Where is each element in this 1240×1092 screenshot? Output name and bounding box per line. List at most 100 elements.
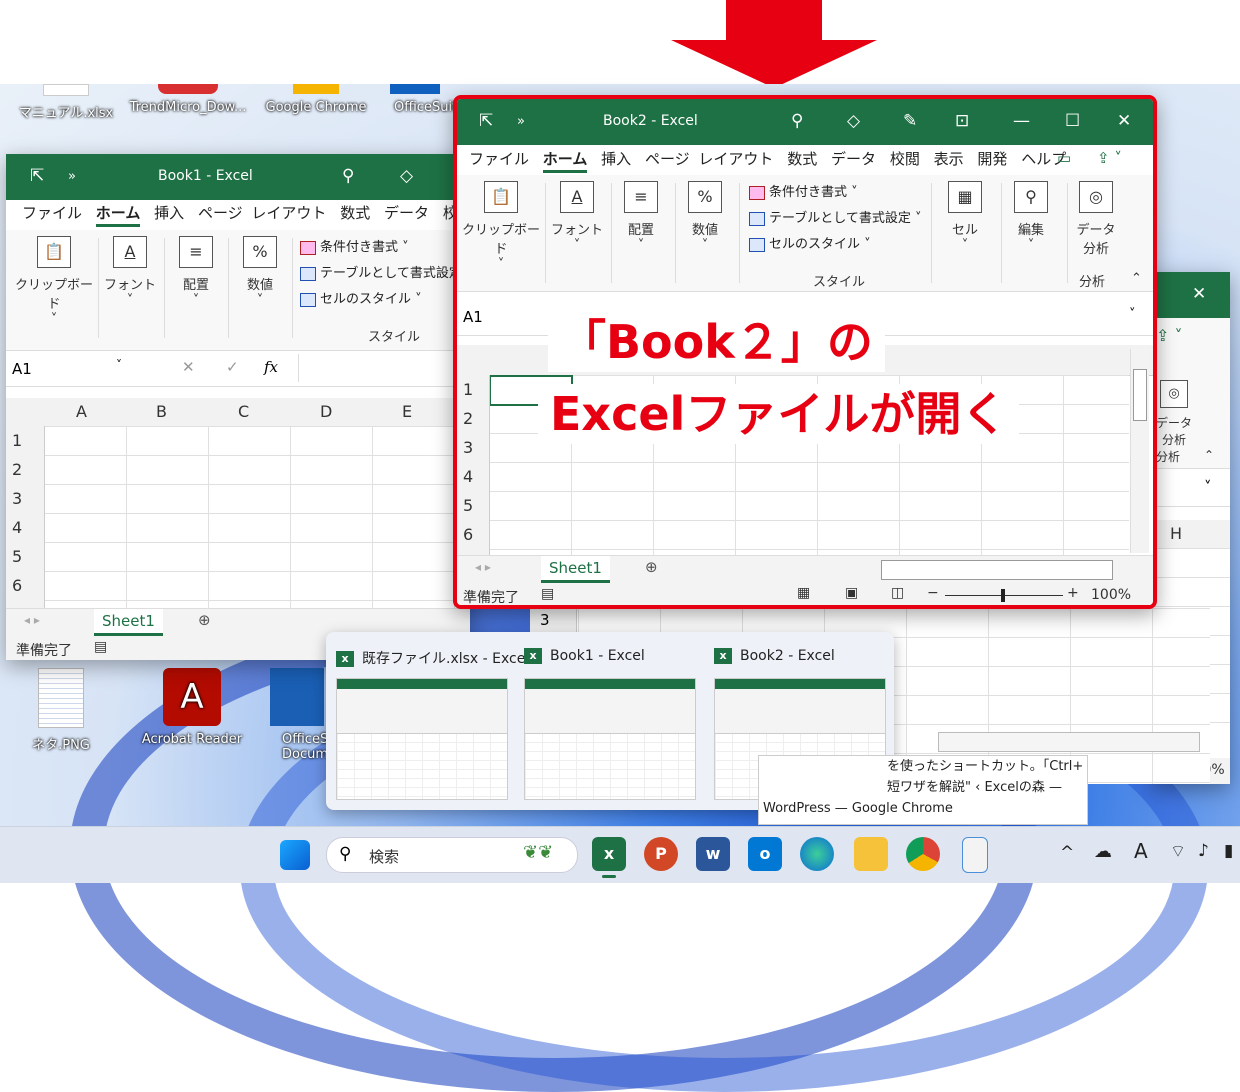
minimize-icon[interactable]: — <box>1013 111 1030 131</box>
editing-button[interactable]: ⚲ 編集 ˅ <box>1003 181 1059 253</box>
horizontal-scrollbar[interactable] <box>938 732 1200 752</box>
excel-taskbar-icon[interactable]: x <box>592 837 626 871</box>
column-header-d[interactable]: D <box>320 402 332 421</box>
diamond-icon[interactable]: ◇ <box>847 111 860 131</box>
preview-book1[interactable]: x Book1 - Excel <box>514 632 704 808</box>
close-icon[interactable]: ✕ <box>1117 111 1131 131</box>
column-header-b[interactable]: B <box>156 402 167 421</box>
conditional-format-button[interactable]: 条件付き書式 ˅ <box>749 181 921 200</box>
zoom-in-icon[interactable]: + <box>1067 585 1079 601</box>
horizontal-scrollbar[interactable] <box>881 560 1113 580</box>
ime-icon[interactable]: A <box>1134 839 1148 863</box>
row-header[interactable]: 2 <box>457 404 489 433</box>
close-icon[interactable]: ✕ <box>1192 284 1206 304</box>
font-button[interactable]: A フォント ˅ <box>104 236 156 308</box>
collapse-ribbon-icon[interactable]: ⌃ <box>1204 448 1214 462</box>
chevron-down-icon[interactable]: ˅ <box>1204 478 1212 496</box>
name-box[interactable]: A1 <box>12 360 32 378</box>
desktop-icon-trendmicro[interactable]: TrendMicro_Dow... <box>128 84 248 115</box>
cell-style-button[interactable]: セルのスタイル ˅ <box>749 233 921 252</box>
ribbon-display-icon[interactable]: ⊡ <box>955 111 969 131</box>
tab-home[interactable]: ホーム <box>95 204 141 227</box>
page-break-view-icon[interactable]: ◫ <box>891 585 904 601</box>
row-header[interactable]: 4 <box>457 462 489 491</box>
row-header[interactable]: 5 <box>6 542 44 571</box>
number-button[interactable]: % 数値 ˅ <box>234 236 286 308</box>
search-icon[interactable]: ⚲ <box>342 166 354 186</box>
chrome-icon[interactable] <box>906 837 940 871</box>
insert-function-button[interactable]: fx <box>264 358 278 376</box>
desktop-icon-acrobat[interactable]: A Acrobat Reader <box>132 668 252 747</box>
column-header-a[interactable]: A <box>76 402 87 421</box>
name-box-dropdown-icon[interactable]: ˅ <box>116 358 122 372</box>
sheet-nav-icon[interactable]: ◂ ▸ <box>24 613 40 627</box>
number-button[interactable]: % 数値 ˅ <box>679 181 731 253</box>
sheet-nav-icon[interactable]: ◂ ▸ <box>475 560 491 574</box>
normal-view-icon[interactable]: ▦ <box>797 585 810 601</box>
chevron-up-icon[interactable]: ^ <box>1060 843 1074 863</box>
column-header-h[interactable]: H <box>1170 524 1182 543</box>
cursor-icon[interactable]: ⇱ <box>479 111 493 131</box>
cell-grid[interactable] <box>44 426 470 608</box>
row-header[interactable]: 7 <box>6 600 44 608</box>
tab-page[interactable]: ページ <box>198 204 243 222</box>
row-header[interactable]: 5 <box>457 491 489 520</box>
comment-icon[interactable]: ▭ <box>1057 149 1071 167</box>
zoom-slider[interactable] <box>945 589 1063 602</box>
tab-data[interactable]: データ <box>831 150 876 168</box>
page-layout-view-icon[interactable]: ▣ <box>845 585 858 601</box>
desktop-icon-chrome[interactable]: Google Chrome <box>256 84 376 115</box>
cancel-icon[interactable]: ✕ <box>182 358 195 376</box>
tab-home[interactable]: ホーム <box>542 150 588 173</box>
row-header[interactable]: 6 <box>6 571 44 600</box>
row-header[interactable]: 1 <box>6 426 44 455</box>
collapse-ribbon-icon[interactable]: ⌃ <box>1131 271 1142 286</box>
row-header[interactable]: 3 <box>457 433 489 462</box>
tab-insert[interactable]: 挿入 <box>601 150 631 168</box>
row-header-3[interactable]: 3 <box>530 608 577 632</box>
notepad-icon[interactable] <box>962 837 988 873</box>
add-sheet-icon[interactable]: ⊕ <box>645 558 658 576</box>
cells-button[interactable]: ▦ セル ˅ <box>937 181 993 253</box>
zoom-out-icon[interactable]: − <box>927 585 939 601</box>
cursor-icon[interactable]: ⇱ <box>30 166 44 186</box>
accessibility-icon[interactable]: ▤ <box>541 586 554 602</box>
font-button[interactable]: A フォント ˅ <box>551 181 603 253</box>
column-header-c[interactable]: C <box>238 402 249 421</box>
tab-file[interactable]: ファイル <box>22 204 82 222</box>
tab-layout[interactable]: レイアウト <box>698 150 773 168</box>
row-header[interactable]: 6 <box>457 520 489 549</box>
tab-data[interactable]: データ <box>384 204 429 222</box>
formula-input[interactable] <box>298 354 469 382</box>
data-analysis-button[interactable]: ◎ データ 分析 <box>1154 380 1194 448</box>
edge-icon[interactable] <box>800 837 834 871</box>
file-explorer-icon[interactable] <box>854 837 888 871</box>
align-button[interactable]: ≡ 配置 ˅ <box>170 236 222 308</box>
align-button[interactable]: ≡ 配置 ˅ <box>615 181 667 253</box>
desktop-icon-neta[interactable]: ネタ.PNG <box>6 668 116 753</box>
taskbar-search[interactable]: ⚲ 検索 ❦❦ <box>326 837 578 873</box>
diamond-icon[interactable]: ◇ <box>400 166 413 186</box>
excel-window-book1[interactable]: ⇱ » Book1 - Excel ⚲ ◇ ファイル ホーム 挿入 ページ レイ… <box>6 154 470 660</box>
clipboard-button[interactable]: 📋 クリップボード ˅ <box>461 181 541 272</box>
enter-icon[interactable]: ✓ <box>226 358 239 376</box>
cell-style-button[interactable]: セルのスタイル ˅ <box>300 288 462 307</box>
share-icon[interactable]: ⇪ ˅ <box>1156 326 1183 345</box>
desktop-icon-manual[interactable]: マニュアル.xlsx <box>6 84 126 121</box>
battery-icon[interactable]: ▮ <box>1224 841 1233 861</box>
sheet-tab[interactable]: Sheet1 <box>94 609 163 636</box>
desktop-icon-officesuite[interactable]: OfficeSuite <box>370 84 465 115</box>
sheet-tab[interactable]: Sheet1 <box>541 556 610 583</box>
more-commands-icon[interactable]: » <box>68 169 76 184</box>
more-commands-icon[interactable]: » <box>517 114 525 129</box>
share-icon[interactable]: ⇪ ˅ <box>1097 149 1122 167</box>
clipboard-button[interactable]: 📋 クリップボード ˅ <box>14 236 94 327</box>
conditional-format-button[interactable]: 条件付き書式 ˅ <box>300 236 462 255</box>
powerpoint-icon[interactable]: P <box>644 837 678 871</box>
preview-existing-file[interactable]: x 既存ファイル.xlsx - Excel <box>326 632 529 808</box>
zoom-slider-thumb[interactable] <box>1001 589 1005 602</box>
tab-page[interactable]: ページ <box>645 150 690 168</box>
row-header[interactable]: 2 <box>6 455 44 484</box>
column-header-e[interactable]: E <box>402 402 412 421</box>
cloud-icon[interactable]: ☁ <box>1094 841 1112 862</box>
